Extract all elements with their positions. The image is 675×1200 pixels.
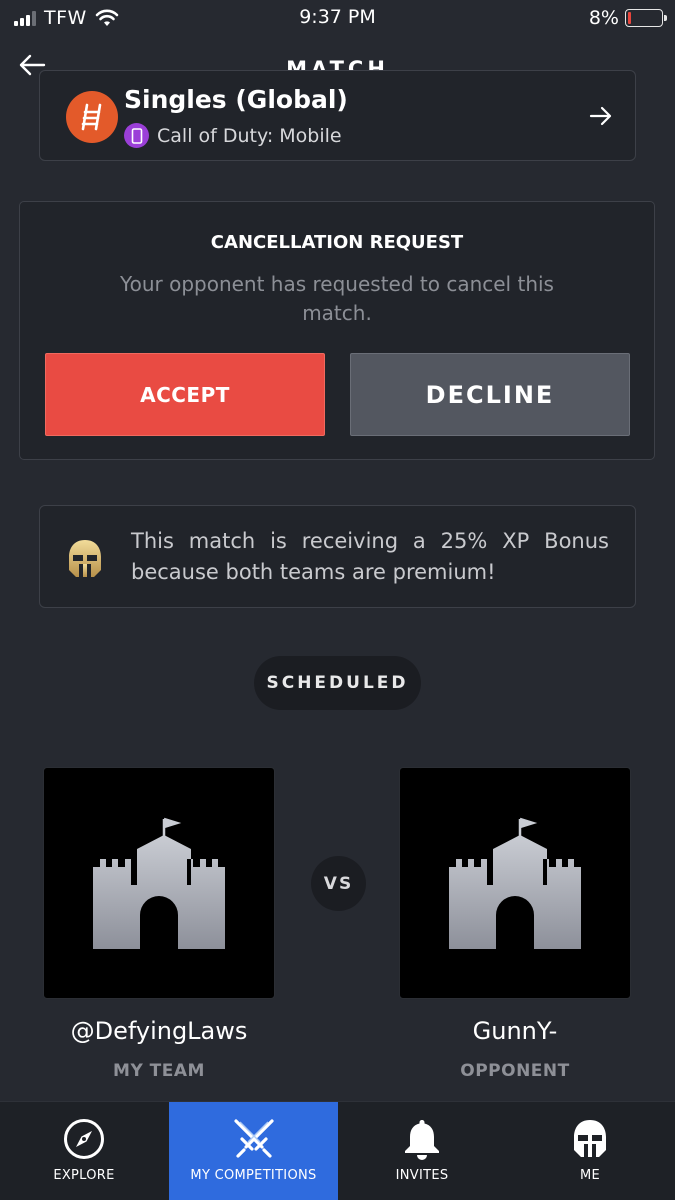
nav-label: EXPLORE — [53, 1168, 115, 1183]
opponent-avatar[interactable] — [399, 767, 631, 999]
nav-label: MY COMPETITIONS — [190, 1168, 317, 1183]
castle-icon — [449, 817, 581, 949]
opponent-name[interactable]: GunnY- — [365, 1017, 665, 1045]
ladder-title: Singles (Global) — [124, 85, 348, 114]
accept-button[interactable]: ACCEPT — [45, 353, 325, 436]
clock: 9:37 PM — [299, 6, 376, 28]
my-team-label: MY TEAM — [113, 1061, 205, 1081]
bell-icon — [405, 1120, 439, 1160]
mobile-phone-icon — [124, 123, 149, 148]
arrow-right-icon — [589, 106, 612, 126]
castle-icon — [93, 817, 225, 949]
ladder-logo — [66, 91, 118, 143]
nav-label: INVITES — [395, 1168, 449, 1183]
vs-badge: VS — [311, 856, 366, 911]
xp-bonus-card: This match is receiving a 25% XP Bonus b… — [39, 505, 636, 608]
my-team-avatar[interactable] — [43, 767, 275, 999]
helmet-icon — [69, 540, 101, 577]
cancellation-title: CANCELLATION REQUEST — [210, 232, 464, 253]
ladder-card[interactable]: Singles (Global) Call of Duty: Mobile — [39, 70, 636, 161]
xp-bonus-text: This match is receiving a 25% XP Bonus b… — [131, 529, 609, 584]
nav-item-explore[interactable]: EXPLORE — [20, 1102, 148, 1200]
nav-item-me[interactable]: ME — [526, 1102, 654, 1200]
cancellation-message: Your opponent has requested to cancel th… — [120, 272, 554, 325]
battery-level — [628, 12, 631, 24]
decline-button[interactable]: DECLINE — [350, 353, 630, 436]
game-name: Call of Duty: Mobile — [157, 124, 342, 147]
battery-icon — [625, 9, 667, 27]
cancellation-request-card: CANCELLATION REQUEST Your opponent has r… — [19, 201, 655, 460]
compass-icon — [64, 1119, 104, 1159]
opponent-label: OPPONENT — [460, 1061, 570, 1081]
match-status-badge: SCHEDULED — [254, 656, 421, 710]
status-bar: TFW 9:37 PM 8% — [0, 0, 675, 36]
crossed-swords-icon — [233, 1119, 274, 1158]
my-team-name[interactable]: @DefyingLaws — [9, 1017, 309, 1045]
nav-item-invites[interactable]: INVITES — [358, 1102, 486, 1200]
ladder-icon — [81, 103, 102, 131]
ladder-game: Call of Duty: Mobile — [124, 123, 342, 148]
bottom-nav: EXPLORE MY COMPETITIONS INVITES ME — [0, 1101, 675, 1200]
helmet-icon — [574, 1120, 606, 1157]
battery-percent: 8% — [588, 7, 619, 29]
nav-label: ME — [579, 1168, 601, 1183]
nav-item-my-competitions[interactable]: MY COMPETITIONS — [169, 1102, 338, 1200]
